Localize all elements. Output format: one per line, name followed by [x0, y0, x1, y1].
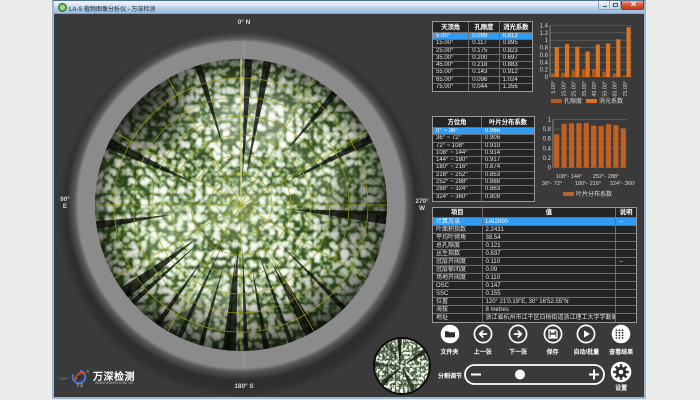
- svg-text:消光系数: 消光系数: [599, 97, 623, 105]
- svg-text:0.2: 0.2: [540, 68, 549, 74]
- svg-text:0.6: 0.6: [543, 137, 552, 143]
- svg-text:1: 1: [545, 38, 549, 44]
- svg-text:®: ®: [87, 370, 90, 374]
- svg-text:孔隙度: 孔隙度: [564, 97, 582, 105]
- svg-text:0.4: 0.4: [540, 60, 549, 66]
- svg-text:252°- 288°: 252°- 288°: [593, 174, 620, 180]
- svg-text:1: 1: [548, 117, 552, 123]
- svg-text:25.00°: 25.00°: [572, 81, 578, 97]
- svg-text:108°- 144°: 108°- 144°: [556, 174, 583, 180]
- svg-text:45.00°: 45.00°: [592, 81, 598, 97]
- svg-text:5.00°: 5.00°: [551, 81, 557, 94]
- svg-text:180°- 216°: 180°- 216°: [575, 181, 602, 187]
- svg-text:35.00°: 35.00°: [582, 81, 588, 97]
- svg-text:叶片分布系数: 叶片分布系数: [576, 190, 612, 198]
- svg-text:0.2: 0.2: [543, 156, 552, 162]
- svg-text:65.00°: 65.00°: [613, 81, 619, 97]
- svg-text:324°- 360°: 324°- 360°: [610, 181, 635, 187]
- svg-text:55.00°: 55.00°: [602, 81, 608, 97]
- svg-text:75.00°: 75.00°: [623, 81, 629, 97]
- svg-text:0: 0: [548, 166, 552, 172]
- svg-text:1.2: 1.2: [540, 31, 549, 37]
- svg-text:15.00°: 15.00°: [561, 81, 567, 97]
- svg-text:0.8: 0.8: [543, 127, 552, 133]
- svg-text:36°- 72°: 36°- 72°: [542, 181, 562, 187]
- svg-text:0: 0: [545, 75, 549, 81]
- svg-text:万深: 万深: [76, 383, 84, 388]
- svg-text:0.6: 0.6: [540, 53, 549, 59]
- svg-text:0.8: 0.8: [540, 46, 549, 52]
- svg-text:0.4: 0.4: [543, 146, 552, 152]
- svg-text:1.4: 1.4: [540, 24, 549, 30]
